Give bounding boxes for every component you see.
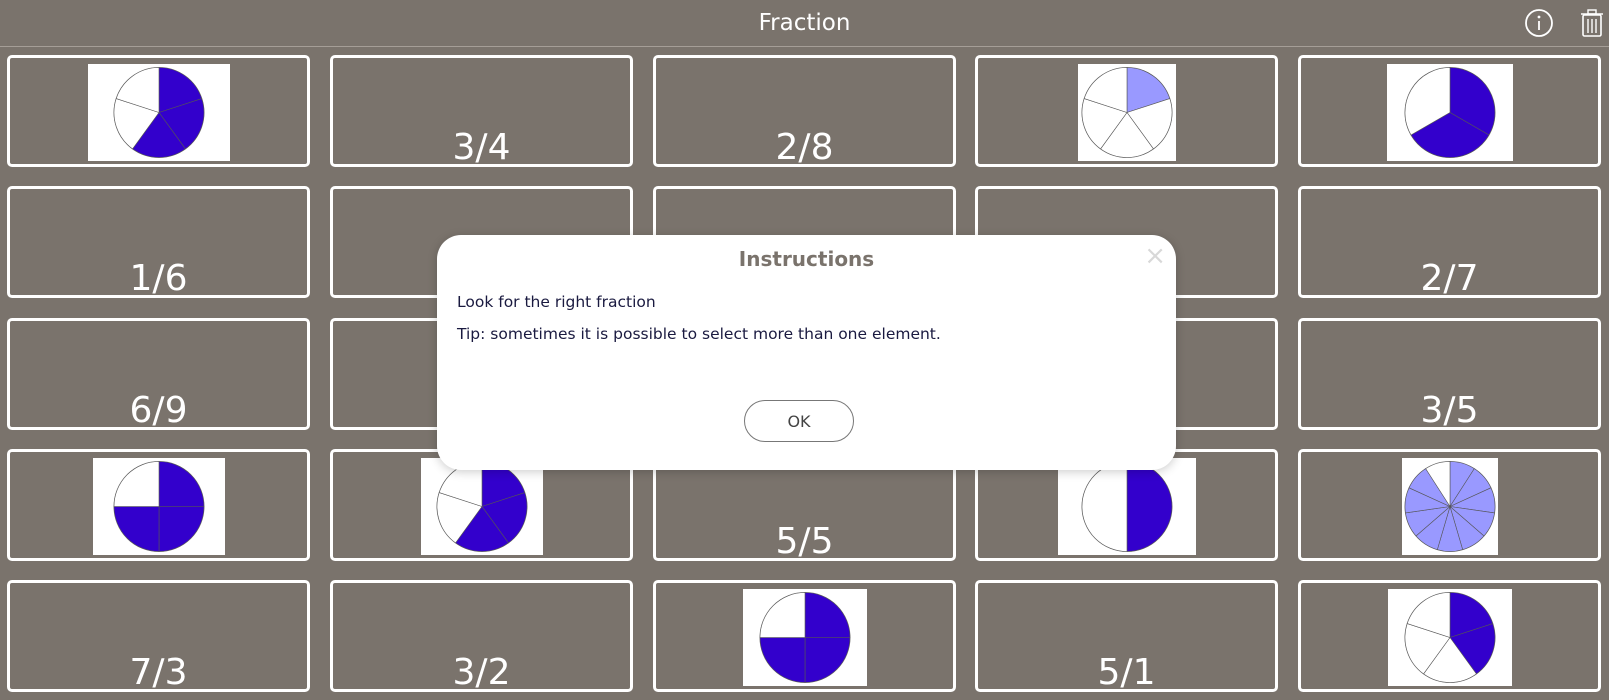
pie-chart xyxy=(1081,67,1172,158)
pie-image xyxy=(1387,589,1512,686)
fraction-card[interactable]: 3/5 xyxy=(1298,318,1601,431)
pie-slice xyxy=(113,506,159,552)
pie-chart xyxy=(759,592,850,683)
pie-chart xyxy=(436,461,527,552)
pie-image xyxy=(1057,458,1196,555)
fraction-card[interactable]: 6/9 xyxy=(7,318,310,431)
pie-slice xyxy=(759,592,805,638)
pie-chart xyxy=(1404,592,1495,683)
instructions-dialog: Instructions × Look for the right fracti… xyxy=(437,235,1176,470)
fraction-card[interactable] xyxy=(1298,55,1601,167)
fraction-label: 3/4 xyxy=(452,127,511,168)
pie-image xyxy=(87,64,230,161)
fraction-label: 7/3 xyxy=(129,652,188,693)
pie-image xyxy=(92,458,225,555)
pie-image xyxy=(1386,64,1513,161)
fraction-label: 3/2 xyxy=(452,652,511,693)
pie-chart xyxy=(113,461,204,552)
pie-image xyxy=(1077,64,1176,161)
fraction-card[interactable] xyxy=(1298,449,1601,561)
fraction-card[interactable]: 3/2 xyxy=(330,580,633,693)
pie-chart xyxy=(1081,461,1172,552)
close-icon[interactable]: × xyxy=(1144,243,1166,269)
pie-image xyxy=(1401,458,1498,555)
pie-slice xyxy=(113,461,159,507)
dialog-title: Instructions xyxy=(738,247,875,271)
pie-chart xyxy=(1404,461,1495,552)
fraction-card[interactable] xyxy=(7,55,310,167)
fraction-card[interactable] xyxy=(1298,580,1601,692)
fraction-label: 6/9 xyxy=(129,390,188,431)
fraction-label: 2/7 xyxy=(1420,258,1479,299)
fraction-label: 3/5 xyxy=(1420,390,1479,431)
fraction-card[interactable] xyxy=(7,449,310,561)
fraction-label: 1/6 xyxy=(129,258,188,299)
pie-slice xyxy=(759,637,805,683)
fraction-card[interactable]: 3/4 xyxy=(330,55,633,168)
tip-text: Tip: sometimes it is possible to select … xyxy=(457,325,941,343)
pie-slice xyxy=(1081,461,1127,552)
pie-slice xyxy=(804,637,850,683)
fraction-card[interactable]: 7/3 xyxy=(7,580,310,693)
fraction-card[interactable]: 2/8 xyxy=(653,55,956,168)
pie-image xyxy=(742,589,867,686)
fraction-label: 2/8 xyxy=(775,127,834,168)
fraction-card[interactable]: 1/6 xyxy=(7,186,310,299)
fraction-card[interactable]: 2/7 xyxy=(1298,186,1601,299)
pie-slice xyxy=(804,592,850,638)
pie-image xyxy=(420,458,543,555)
fraction-label: 5/1 xyxy=(1097,652,1156,693)
fraction-card[interactable] xyxy=(975,55,1278,167)
fraction-label: 5/5 xyxy=(775,521,834,562)
pie-slice xyxy=(158,461,204,507)
fraction-card[interactable]: 5/1 xyxy=(975,580,1278,693)
pie-slice xyxy=(158,506,204,552)
pie-chart xyxy=(113,67,204,158)
ok-button[interactable]: OK xyxy=(744,400,854,442)
fraction-card[interactable] xyxy=(653,580,956,692)
instruction-text: Look for the right fraction xyxy=(457,293,656,311)
pie-chart xyxy=(1404,67,1495,158)
